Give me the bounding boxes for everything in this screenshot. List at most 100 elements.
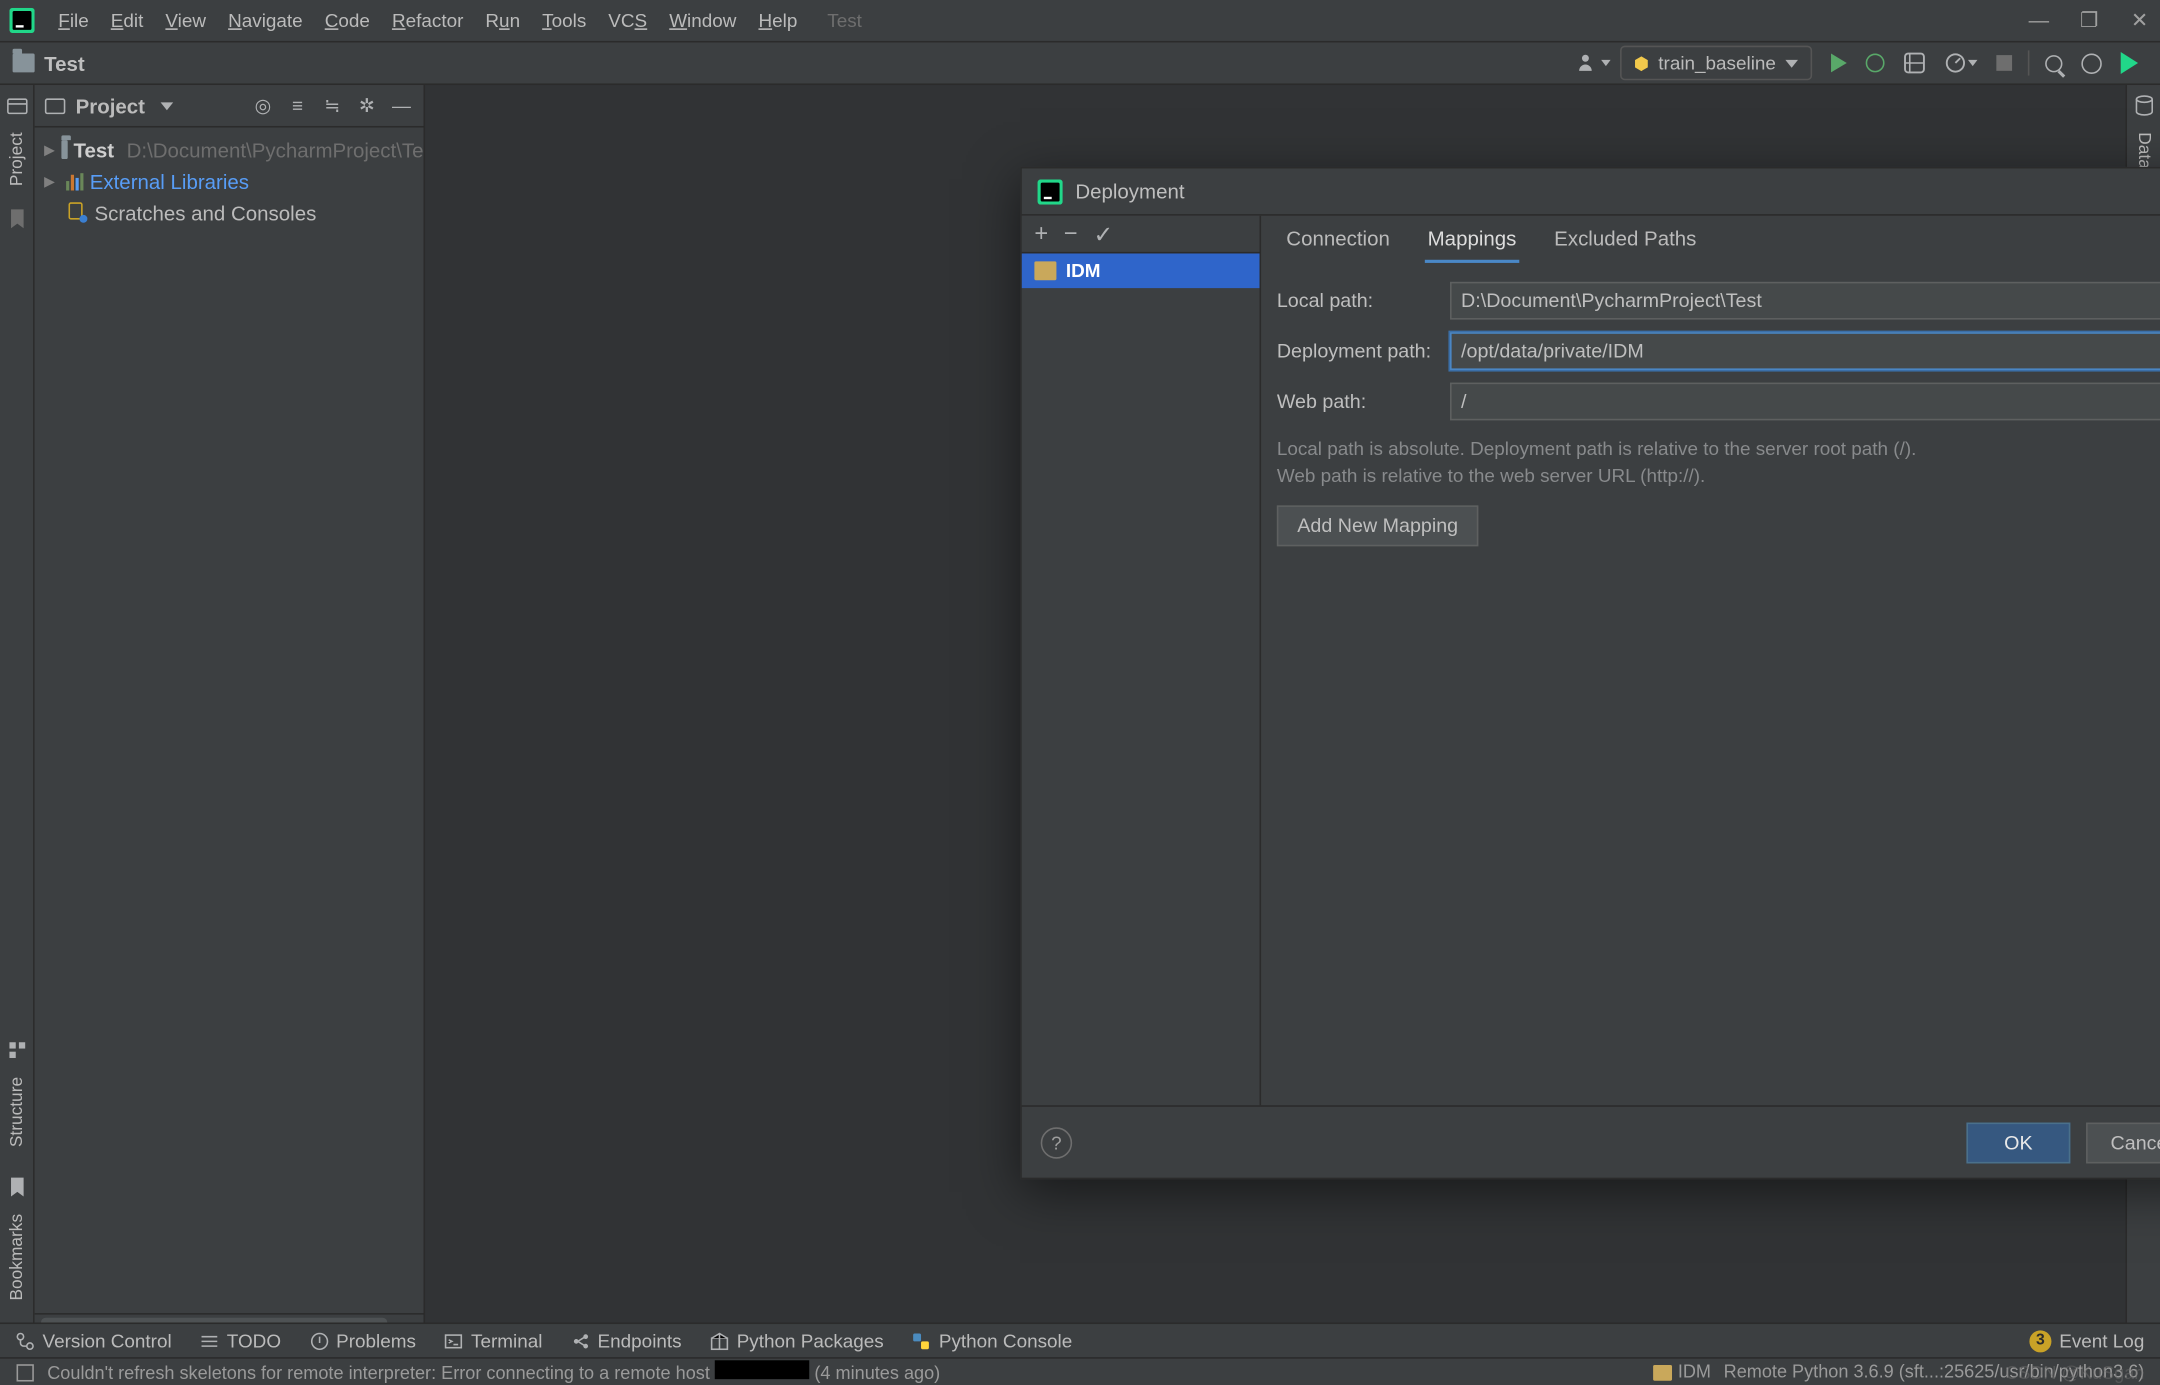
chevron-right-icon[interactable]: ▶ (44, 172, 60, 189)
menu-view[interactable]: View (154, 0, 217, 42)
deployment-path-input[interactable] (1450, 332, 2160, 370)
bookmarks-gutter-icon-2[interactable] (6, 1176, 28, 1198)
project-panel-header: Project ◎ ≡ ≒ ✲ — (35, 85, 424, 128)
server-list-item[interactable]: IDM (1022, 253, 1260, 288)
dialog-tabs: Connection Mappings Excluded Paths (1277, 216, 2160, 263)
python-packages-tool[interactable]: Python Packages (710, 1330, 884, 1352)
dialog-footer: ? OK Cancel (1022, 1105, 2160, 1177)
run-with-coverage-button[interactable] (1894, 46, 1935, 81)
menu-edit[interactable]: Edit (100, 0, 155, 42)
remove-server-button[interactable]: − (1064, 220, 1078, 247)
database-gutter-icon[interactable] (2133, 94, 2155, 116)
deployment-path-label: Deployment path: (1277, 340, 1438, 362)
window-title: Test (827, 9, 862, 31)
ok-button[interactable]: OK (1966, 1122, 2070, 1163)
python-console-tool[interactable]: Python Console (912, 1330, 1072, 1352)
window-close-button[interactable]: ✕ (2129, 8, 2151, 33)
cancel-button[interactable]: Cancel (2086, 1122, 2160, 1163)
ide-settings-button[interactable] (2072, 46, 2111, 81)
user-switcher-icon[interactable] (1566, 46, 1620, 81)
sftp-server-icon (1653, 1364, 1672, 1380)
scratches-icon (66, 202, 88, 224)
debug-button[interactable] (1856, 46, 1894, 81)
folder-icon (61, 140, 67, 159)
tab-connection[interactable]: Connection (1283, 217, 1393, 263)
run-button[interactable] (1822, 46, 1857, 81)
event-log-tool[interactable]: 3Event Log (2029, 1330, 2144, 1352)
dialog-overlay: Deployment ✕ + − ✓ ID (425, 85, 2125, 1329)
web-path-label: Web path: (1277, 390, 1438, 412)
endpoints-tool[interactable]: Endpoints (571, 1330, 682, 1352)
project-tool-window: Project ◎ ≡ ≒ ✲ — ▶ Test D:\Document\Pyc… (35, 85, 425, 1329)
project-gutter-icon[interactable] (6, 94, 28, 116)
tab-excluded-paths[interactable]: Excluded Paths (1551, 217, 1700, 263)
main-area: Project Structure Bookmarks Project ◎ ≡ … (0, 85, 2160, 1329)
problems-tool[interactable]: Problems (309, 1330, 416, 1352)
image-watermark: CSDN @KuSgan (2005, 1365, 2144, 1384)
menu-file[interactable]: File (47, 0, 100, 42)
search-icon (2045, 54, 2062, 71)
terminal-tool[interactable]: Terminal (444, 1330, 542, 1352)
menu-help[interactable]: Help (747, 0, 808, 42)
local-path-input[interactable] (1450, 282, 2160, 320)
tree-root-row[interactable]: ▶ Test D:\Document\PycharmProject\Te (35, 134, 424, 165)
project-view-dropdown-icon[interactable] (161, 102, 174, 110)
locate-file-button[interactable]: ◎ (250, 94, 275, 116)
event-log-badge: 3 (2029, 1330, 2051, 1352)
gutter-structure-label[interactable]: Structure (7, 1077, 26, 1147)
dialog-title: Deployment (1075, 179, 1184, 203)
web-path-input[interactable] (1450, 383, 2160, 421)
version-control-tool[interactable]: Version Control (16, 1330, 172, 1352)
run-configuration-dropdown[interactable]: ⬢ train_baseline (1620, 46, 1813, 81)
tab-mappings[interactable]: Mappings (1424, 217, 1519, 263)
gutter-bookmarks-label[interactable]: Bookmarks (7, 1214, 26, 1301)
menu-navigate[interactable]: Navigate (217, 0, 314, 42)
panel-settings-button[interactable]: ✲ (354, 94, 379, 116)
collapse-all-button[interactable]: ≒ (320, 94, 345, 116)
status-deployment-server[interactable]: IDM (1653, 1363, 1711, 1382)
play-icon (1831, 54, 1847, 73)
dialog-title-bar[interactable]: Deployment ✕ (1022, 168, 2160, 215)
status-message[interactable]: Couldn't refresh skeletons for remote in… (47, 1360, 940, 1384)
status-toggle-icon[interactable] (16, 1363, 35, 1382)
add-new-mapping-button[interactable]: Add New Mapping (1277, 505, 1479, 546)
profiler-button[interactable] (1935, 46, 1987, 81)
pycharm-logo-icon (9, 8, 34, 33)
project-tree[interactable]: ▶ Test D:\Document\PycharmProject\Te ▶ E… (35, 128, 424, 1314)
jetbrains-marketplace-button[interactable] (2111, 46, 2147, 81)
tree-scratches-row[interactable]: Scratches and Consoles (35, 197, 424, 228)
pycharm-logo-icon (1038, 179, 1063, 204)
python-file-icon: ⬢ (1634, 53, 1649, 73)
todo-tool[interactable]: TODO (200, 1330, 281, 1352)
dialog-right-panel: Connection Mappings Excluded Paths Local… (1261, 216, 2160, 1106)
menu-tools[interactable]: Tools (531, 0, 597, 42)
sftp-server-icon (1034, 261, 1056, 280)
window-maximize-button[interactable]: ❐ (2078, 8, 2100, 33)
navigation-bar: Test ⬢ train_baseline (0, 43, 2160, 86)
chevron-right-icon[interactable]: ▶ (44, 141, 55, 158)
chevron-down-icon (1785, 59, 1798, 67)
menu-window[interactable]: Window (658, 0, 747, 42)
breadcrumb[interactable]: Test (44, 51, 85, 75)
expand-all-button[interactable]: ≡ (285, 94, 310, 116)
dialog-help-button[interactable]: ? (1041, 1126, 1072, 1157)
menu-code[interactable]: Code (314, 0, 381, 42)
menu-refactor[interactable]: Refactor (381, 0, 474, 42)
title-bar: File Edit View Navigate Code Refactor Ru… (0, 0, 2160, 43)
add-server-button[interactable]: + (1034, 220, 1048, 247)
project-panel-title[interactable]: Project (76, 94, 145, 118)
gutter-project-label[interactable]: Project (7, 132, 26, 186)
server-list-toolbar: + − ✓ (1022, 216, 1260, 254)
search-everywhere-button[interactable] (2036, 46, 2072, 81)
set-default-server-button[interactable]: ✓ (1093, 220, 1113, 248)
window-minimize-button[interactable]: — (2028, 8, 2050, 33)
stop-button[interactable] (1987, 46, 2022, 81)
bookmarks-gutter-icon[interactable] (6, 208, 28, 230)
panel-hide-button[interactable]: — (389, 94, 414, 116)
menu-run[interactable]: Run (474, 0, 531, 42)
tree-external-libs-row[interactable]: ▶ External Libraries (35, 165, 424, 196)
structure-gutter-icon[interactable] (6, 1040, 28, 1062)
menu-vcs[interactable]: VCS (597, 0, 658, 42)
deployment-dialog: Deployment ✕ + − ✓ ID (1020, 167, 2160, 1179)
run-config-label: train_baseline (1658, 52, 1776, 74)
